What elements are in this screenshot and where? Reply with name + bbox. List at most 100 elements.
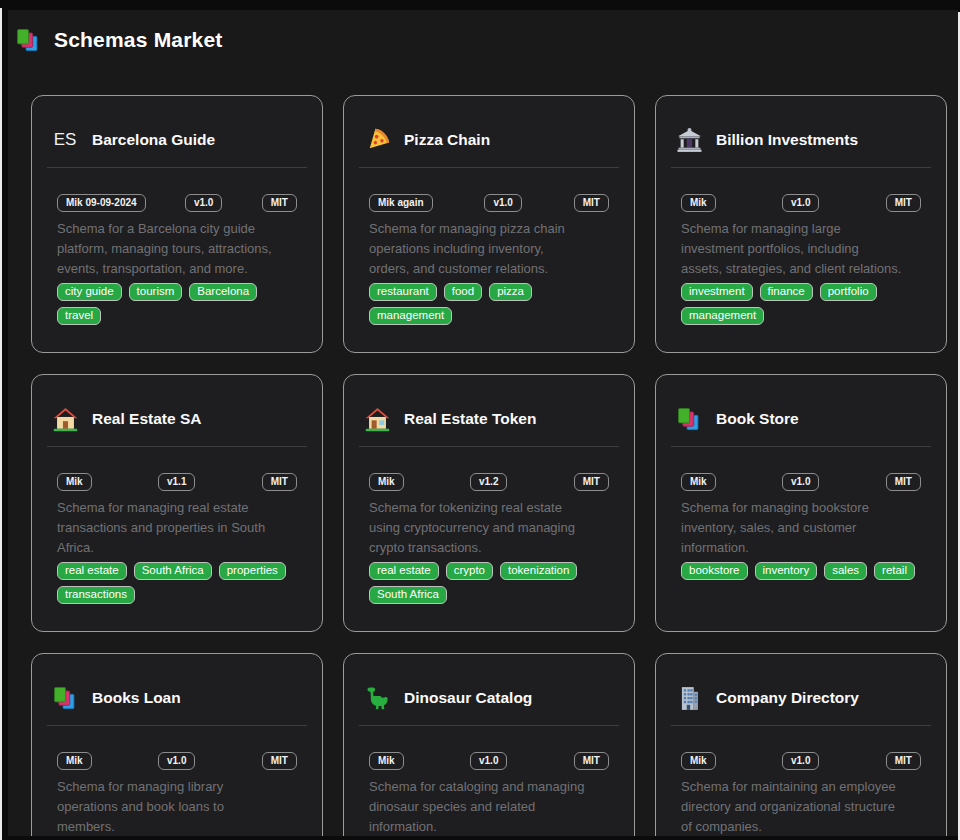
tag: retail bbox=[874, 562, 915, 580]
tag: pizza bbox=[489, 283, 532, 301]
author-badge: Mik bbox=[369, 752, 404, 770]
tag-list: city guidetourismBarcelonatravel bbox=[57, 283, 297, 325]
version-badge: v1.2 bbox=[470, 473, 507, 491]
tag: South Africa bbox=[369, 586, 447, 604]
license-badge: MIT bbox=[262, 194, 297, 212]
schema-description: Schema for maintaining an employee direc… bbox=[681, 777, 921, 836]
tag: real estate bbox=[57, 562, 127, 580]
tag: restaurant bbox=[369, 283, 437, 301]
card-header: Real Estate SA bbox=[51, 375, 297, 434]
badge-row: Mik v1.0 MIT bbox=[681, 194, 921, 212]
badge-row: Mik 09-09-2024 v1.0 MIT bbox=[57, 194, 297, 212]
tag-list: bookstore inventory sales retail bbox=[681, 562, 921, 580]
tag: real estate bbox=[369, 562, 439, 580]
tag: travel bbox=[57, 307, 101, 325]
es-flag-icon: ES bbox=[51, 126, 79, 154]
schema-description: Schema for managing real estate transact… bbox=[57, 498, 297, 558]
license-badge: MIT bbox=[262, 752, 297, 770]
schema-card[interactable]: Dinosaur Catalog Mik v1.0 MIT Schema for… bbox=[343, 653, 635, 836]
card-divider bbox=[359, 725, 619, 726]
schema-title: Book Store bbox=[716, 410, 799, 428]
tag: inventory bbox=[755, 562, 818, 580]
card-header: Company Directory bbox=[675, 654, 921, 713]
tag: Barcelona bbox=[189, 283, 257, 301]
schema-card[interactable]: Pizza Chain Mik again v1.0 MIT Schema fo… bbox=[343, 95, 635, 353]
license-badge: MIT bbox=[886, 194, 921, 212]
license-badge: MIT bbox=[886, 752, 921, 770]
card-header: Real Estate Token bbox=[363, 375, 609, 434]
tag-list: real estateSouth Africapropertiestransac… bbox=[57, 562, 297, 604]
badge-row: Mik v1.0 MIT bbox=[57, 752, 297, 770]
card-divider bbox=[671, 167, 931, 168]
card-header: Book Store bbox=[675, 375, 921, 434]
version-badge: v1.0 bbox=[782, 473, 819, 491]
license-badge: MIT bbox=[262, 473, 297, 491]
license-badge: MIT bbox=[886, 473, 921, 491]
house-garden-icon bbox=[363, 405, 391, 433]
version-badge: v1.0 bbox=[185, 194, 222, 212]
version-badge: v1.0 bbox=[470, 752, 507, 770]
schema-description: Schema for cataloging and managing dinos… bbox=[369, 777, 609, 836]
card-divider bbox=[359, 446, 619, 447]
schema-description: Schema for managing large investment por… bbox=[681, 219, 921, 279]
bank-icon bbox=[675, 126, 703, 154]
author-badge: Mik bbox=[681, 473, 716, 491]
tag: crypto bbox=[446, 562, 493, 580]
dinosaur-icon bbox=[363, 684, 391, 712]
author-badge: Mik bbox=[369, 473, 404, 491]
books-icon bbox=[14, 26, 42, 54]
version-badge: v1.0 bbox=[484, 194, 521, 212]
badge-row: Mik v1.0 MIT bbox=[681, 473, 921, 491]
books-icon bbox=[51, 684, 79, 712]
schema-description: Schema for managing library operations a… bbox=[57, 777, 297, 836]
page-title: Schemas Market bbox=[54, 28, 223, 52]
schema-title: Billion Investments bbox=[716, 131, 858, 149]
tag: tourism bbox=[129, 283, 183, 301]
license-badge: MIT bbox=[574, 194, 609, 212]
schema-card[interactable]: Company Directory Mik v1.0 MIT Schema fo… bbox=[655, 653, 947, 836]
schema-card[interactable]: Real Estate SA Mik v1.1 MIT Schema for m… bbox=[31, 374, 323, 632]
schema-title: Barcelona Guide bbox=[92, 131, 215, 149]
pizza-icon bbox=[363, 126, 391, 154]
schema-title: Company Directory bbox=[716, 689, 859, 707]
license-badge: MIT bbox=[574, 752, 609, 770]
version-badge: v1.1 bbox=[158, 473, 195, 491]
badge-row: Mik again v1.0 MIT bbox=[369, 194, 609, 212]
tag: finance bbox=[760, 283, 813, 301]
schema-title: Books Loan bbox=[92, 689, 181, 707]
schema-card[interactable]: Book Store Mik v1.0 MIT Schema for manag… bbox=[655, 374, 947, 632]
license-badge: MIT bbox=[574, 473, 609, 491]
tag: management bbox=[369, 307, 452, 325]
schema-card[interactable]: Books Loan Mik v1.0 MIT Schema for manag… bbox=[31, 653, 323, 836]
badge-row: Mik v1.1 MIT bbox=[57, 473, 297, 491]
office-building-icon bbox=[675, 684, 703, 712]
tag-list: real estatecryptotokenizationSouth Afric… bbox=[369, 562, 609, 604]
tag: South Africa bbox=[134, 562, 212, 580]
tag: investment bbox=[681, 283, 753, 301]
author-badge: Mik bbox=[57, 473, 92, 491]
page: Schemas Market ES Barcelona Guide Mik 09… bbox=[8, 10, 958, 836]
tag: bookstore bbox=[681, 562, 748, 580]
tag-list: restaurantfoodpizzamanagement bbox=[369, 283, 609, 325]
version-badge: v1.0 bbox=[782, 194, 819, 212]
version-badge: v1.0 bbox=[782, 752, 819, 770]
house-icon bbox=[51, 405, 79, 433]
tag: sales bbox=[824, 562, 867, 580]
schema-title: Pizza Chain bbox=[404, 131, 490, 149]
schema-card[interactable]: ES Barcelona Guide Mik 09-09-2024 v1.0 M… bbox=[31, 95, 323, 353]
schema-card[interactable]: Billion Investments Mik v1.0 MIT Schema … bbox=[655, 95, 947, 353]
tag: transactions bbox=[57, 586, 135, 604]
author-badge: Mik bbox=[57, 752, 92, 770]
badge-row: Mik v1.0 MIT bbox=[681, 752, 921, 770]
card-header: Billion Investments bbox=[675, 96, 921, 155]
card-divider bbox=[47, 725, 307, 726]
schema-card[interactable]: Real Estate Token Mik v1.2 MIT Schema fo… bbox=[343, 374, 635, 632]
schema-title: Real Estate SA bbox=[92, 410, 201, 428]
schema-description: Schema for managing pizza chain operatio… bbox=[369, 219, 609, 279]
version-badge: v1.0 bbox=[158, 752, 195, 770]
card-header: ES Barcelona Guide bbox=[51, 96, 297, 155]
app-header: Schemas Market bbox=[8, 10, 958, 54]
schema-title: Real Estate Token bbox=[404, 410, 536, 428]
tag-list: investmentfinanceportfoliomanagement bbox=[681, 283, 921, 325]
card-divider bbox=[47, 446, 307, 447]
